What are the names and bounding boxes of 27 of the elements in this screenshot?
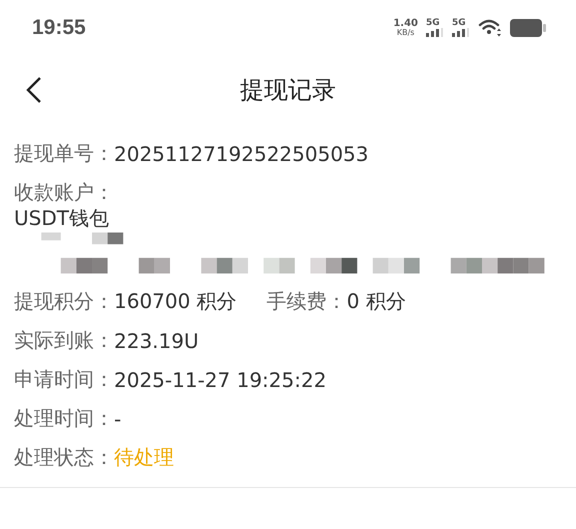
signal-icon — [452, 28, 470, 37]
field-label: 手续费： — [266, 288, 347, 315]
network-speed: 1.40 — [393, 19, 418, 29]
clock-time: 19:55 — [32, 16, 86, 40]
field-label: 提现单号： — [14, 140, 114, 167]
wifi-icon — [478, 18, 502, 38]
field-label: 收款账户： — [14, 179, 114, 206]
network-type: 5G — [452, 19, 466, 28]
speed-unit: KB/s — [396, 29, 414, 37]
field-value: 160700 积分 — [114, 288, 237, 315]
battery-icon — [510, 18, 546, 38]
field-value: - — [114, 406, 122, 430]
field-label: 申请时间： — [14, 366, 114, 393]
field-label: 处理时间： — [14, 405, 114, 432]
field-label: 实际到账： — [14, 327, 114, 354]
field-value: 2025-11-27 19:25:22 — [114, 368, 326, 392]
field-value: 0 积分 — [346, 288, 406, 315]
network-type: 5G — [426, 19, 440, 28]
field-label: 处理状态： — [14, 444, 114, 471]
account-value: USDT钱包 — [14, 206, 110, 230]
field-value: 20251127192522505053 — [114, 142, 368, 166]
field-value: 223.19U — [114, 328, 199, 352]
field-label: 提现积分： — [14, 288, 114, 315]
signal-icon — [426, 28, 444, 37]
page-title: 提现记录 — [239, 75, 337, 106]
back-button[interactable] — [26, 76, 42, 104]
status-value: 待处理 — [114, 444, 174, 471]
